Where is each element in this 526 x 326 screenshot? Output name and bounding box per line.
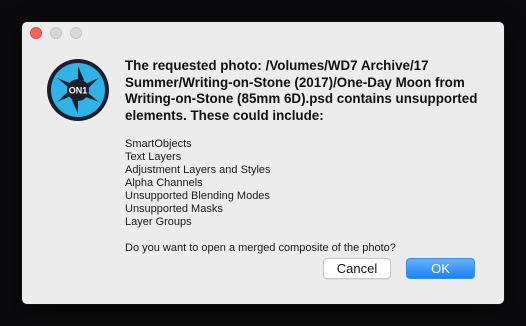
dialog-message: The requested photo: /Volumes/WD7 Archiv… bbox=[125, 58, 478, 123]
alert-dialog: ON1 The requested photo: /Volumes/WD7 Ar… bbox=[22, 22, 504, 304]
list-item: Layer Groups bbox=[125, 216, 192, 228]
on1-app-icon: ON1 bbox=[47, 59, 109, 121]
ok-button[interactable]: OK bbox=[406, 258, 475, 279]
app-icon-label: ON1 bbox=[69, 86, 88, 96]
list-item: Unsupported Blending Modes bbox=[125, 190, 270, 202]
minimize-window-button[interactable] bbox=[50, 27, 62, 39]
list-item: Adjustment Layers and Styles bbox=[125, 164, 271, 176]
title-bar bbox=[22, 22, 504, 44]
zoom-window-button[interactable] bbox=[70, 27, 82, 39]
close-window-button[interactable] bbox=[30, 27, 42, 39]
cancel-button[interactable]: Cancel bbox=[323, 258, 391, 279]
dialog-content: The requested photo: /Volumes/WD7 Archiv… bbox=[125, 58, 485, 255]
list-item: SmartObjects bbox=[125, 138, 192, 150]
list-item: Unsupported Masks bbox=[125, 203, 223, 215]
unsupported-items-list: SmartObjects Text Layers Adjustment Laye… bbox=[125, 138, 485, 229]
list-item: Text Layers bbox=[125, 151, 182, 163]
dialog-question: Do you want to open a merged composite o… bbox=[125, 242, 396, 254]
list-item: Alpha Channels bbox=[125, 177, 203, 189]
